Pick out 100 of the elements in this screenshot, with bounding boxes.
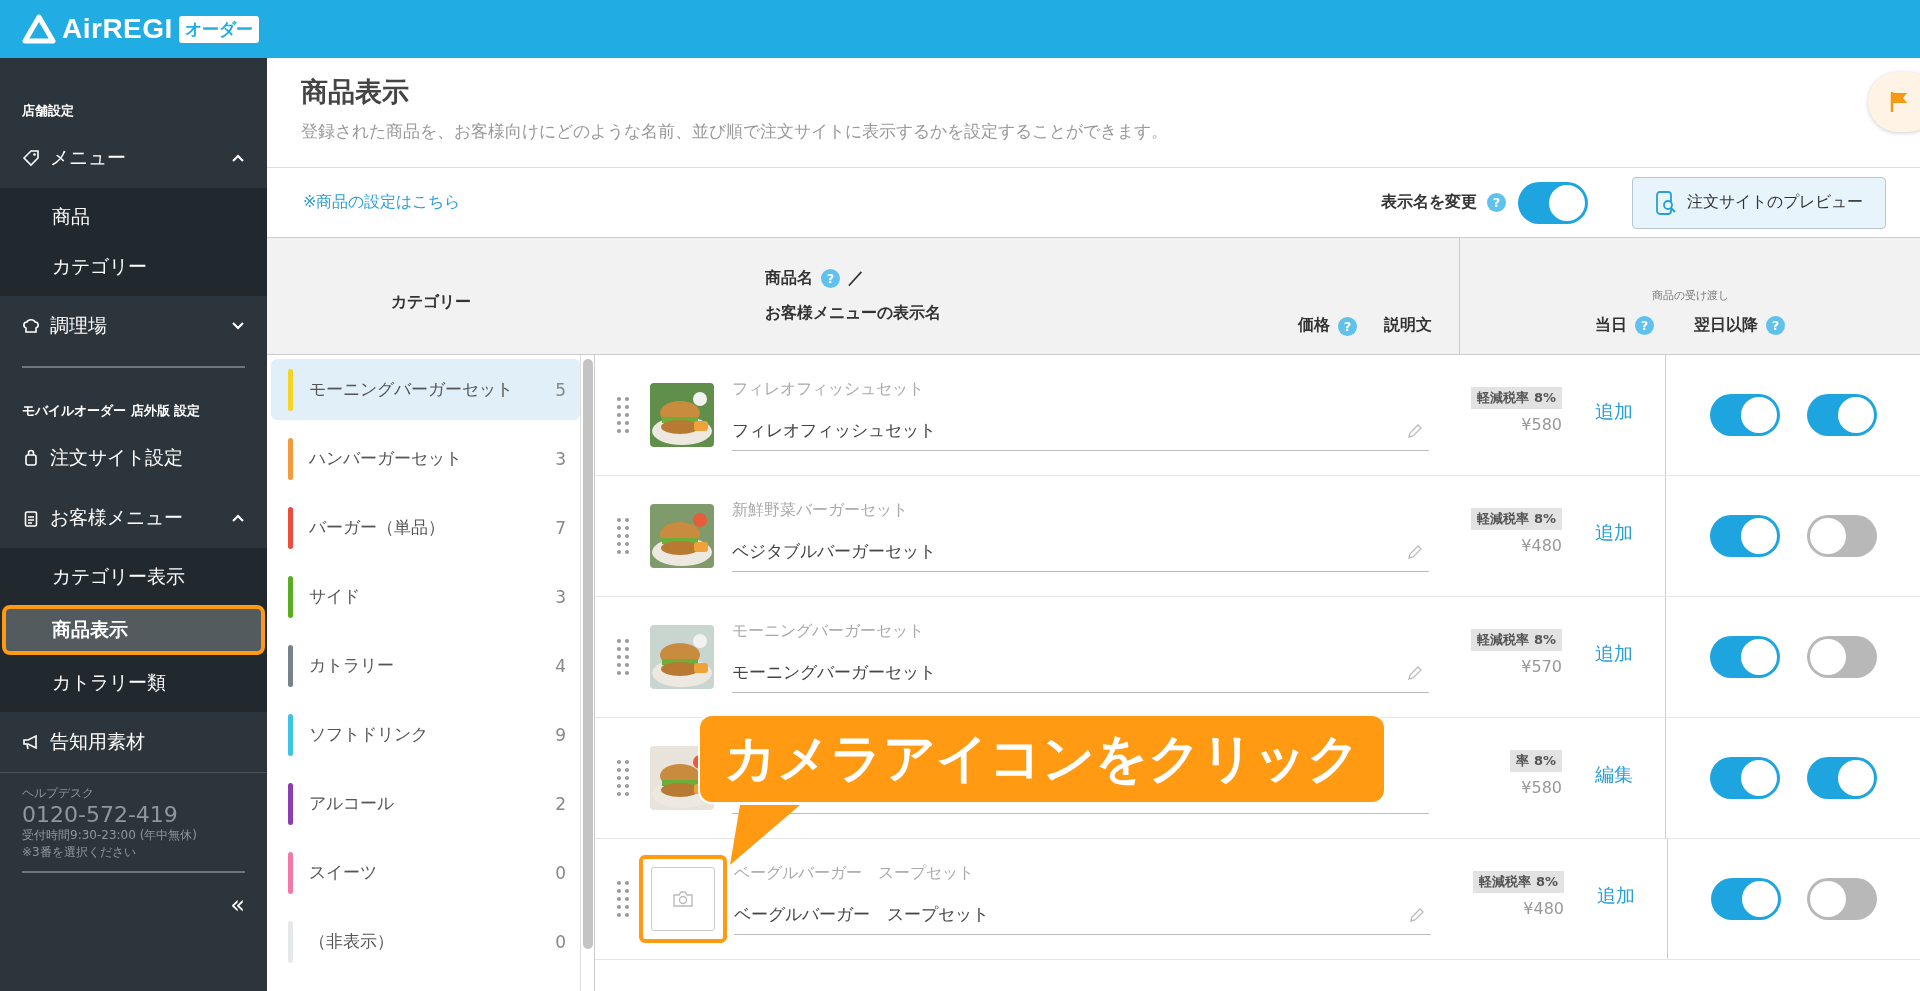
category-count: 4 [555, 655, 566, 676]
submenu-item[interactable]: カトラリー類 [0, 658, 267, 708]
display-name-field[interactable]: ベーグルバーガー スープセット [734, 895, 1431, 935]
pencil-icon[interactable] [1407, 543, 1423, 560]
bag-icon [22, 449, 40, 467]
group-header: 商品の受け渡し [1651, 288, 1729, 303]
product-badge: オーダー [178, 15, 259, 43]
display-name-field[interactable]: ベジタブルバーガーセット [732, 532, 1429, 572]
camera-icon [672, 890, 694, 908]
category-item[interactable]: サイド 3 [271, 566, 580, 627]
column-header: 当日 [1595, 315, 1627, 336]
flag-button[interactable] [1868, 72, 1920, 132]
megaphone-icon [22, 733, 40, 751]
menu-item[interactable]: 告知用素材 [0, 712, 267, 772]
flag-icon [1890, 91, 1908, 113]
page-description: 登録された商品を、お客様向けにどのような名前、並び順で注文サイトに表示するかを設定することができます。 [301, 120, 1169, 143]
original-name: モーニングバーガーセット [732, 621, 924, 640]
next-day-toggle[interactable] [1806, 394, 1877, 436]
column-header: 価格 [1298, 315, 1330, 336]
category-item[interactable]: バーガー（単品） 7 [271, 497, 580, 558]
rename-label: 表示名を変更 [1381, 192, 1477, 213]
same-day-toggle[interactable] [1711, 878, 1781, 920]
display-name-field[interactable]: モーニングバーガーセット [732, 653, 1429, 693]
category-item[interactable]: カトラリー 4 [271, 635, 580, 696]
scrollbar[interactable] [583, 359, 593, 949]
chef-hat-icon [22, 317, 40, 335]
tax-badge: 軽減税率 8% [1471, 386, 1562, 409]
original-name: 新鮮野菜バーガーセット [732, 500, 908, 519]
column-header: 商品名 [765, 268, 813, 289]
logo: AirREGI [62, 13, 173, 45]
chevron-up-icon[interactable] [231, 153, 245, 163]
tax-badge: 軽減税率 8% [1471, 507, 1562, 530]
collapse-button[interactable]: « [208, 883, 267, 927]
price: ¥480 [1523, 898, 1564, 918]
category-count: 0 [555, 931, 566, 952]
category-count: 2 [555, 793, 566, 814]
tax-badge: 軽減税率 8% [1473, 870, 1564, 893]
category-item[interactable]: （非表示） 0 [271, 911, 580, 972]
chevron-up-icon[interactable] [231, 513, 245, 523]
category-count: 3 [555, 586, 566, 607]
header-separator: ／ [848, 268, 864, 289]
same-day-toggle[interactable] [1709, 757, 1780, 799]
next-day-toggle[interactable] [1806, 757, 1877, 799]
pencil-icon[interactable] [1407, 664, 1423, 681]
drag-handle-icon[interactable] [615, 758, 630, 798]
price: ¥570 [1521, 656, 1562, 676]
same-day-toggle[interactable] [1709, 636, 1780, 678]
page-title: 商品表示 [301, 75, 410, 109]
tag-icon [22, 149, 40, 167]
pencil-icon[interactable] [1409, 906, 1425, 923]
help-title: ヘルプデスク [22, 785, 95, 802]
menu-item[interactable]: メニュー [0, 128, 267, 188]
note-text: ※3番を選択ください [22, 844, 137, 861]
category-item[interactable]: スイーツ 0 [271, 842, 580, 903]
tax-badge: 率 8% [1510, 749, 1562, 772]
drag-handle-icon[interactable] [615, 879, 630, 919]
submenu-item[interactable]: カテゴリー [0, 242, 267, 292]
next-day-toggle[interactable] [1807, 878, 1877, 920]
chevron-down-icon[interactable] [231, 321, 245, 331]
hours-text: 受付時間9:30-23:00 (年中無休) [22, 827, 199, 844]
next-day-toggle[interactable] [1806, 515, 1877, 557]
drag-handle-icon[interactable] [615, 516, 630, 556]
column-header: お客様メニューの表示名 [765, 303, 942, 324]
category-item[interactable]: ハンバーガーセット 3 [271, 428, 580, 489]
display-name-field[interactable]: フィレオフィッシュセット [732, 411, 1429, 451]
pencil-icon[interactable] [1407, 422, 1423, 439]
original-name: ベーグルバーガー スープセット [734, 863, 974, 882]
same-day-toggle[interactable] [1709, 394, 1780, 436]
column-header: 翌日以降 [1694, 315, 1758, 336]
price: ¥480 [1521, 535, 1562, 555]
next-day-toggle[interactable] [1806, 636, 1877, 678]
logo-icon [22, 14, 56, 44]
price: ¥580 [1521, 414, 1562, 434]
category-item[interactable]: モーニングバーガーセット 5 [271, 359, 580, 420]
category-item[interactable]: ソフトドリンク 9 [271, 704, 580, 765]
drag-handle-icon[interactable] [615, 637, 630, 677]
callout-tail [730, 805, 800, 865]
section-heading: 店舗設定 [21, 102, 75, 120]
preview-button[interactable]: 注文サイトのプレビュー [1632, 176, 1886, 229]
category-count: 9 [555, 724, 566, 745]
category-count: 7 [555, 517, 566, 538]
phone-search-icon [1655, 189, 1677, 216]
column-header: 説明文 [1384, 315, 1432, 336]
menu-item[interactable]: お客様メニュー [0, 488, 267, 548]
rename-toggle[interactable] [1518, 181, 1588, 224]
submenu-item[interactable]: カテゴリー表示 [0, 552, 267, 602]
phone-number: 0120-572-419 [22, 802, 179, 827]
submenu-item[interactable]: 商品表示 [2, 605, 265, 655]
submenu-item[interactable]: 商品 [0, 192, 267, 242]
category-count: 5 [555, 379, 566, 400]
same-day-toggle[interactable] [1709, 515, 1780, 557]
photo-upload-button[interactable] [639, 855, 727, 943]
menu-item[interactable]: 注文サイト設定 [0, 428, 267, 488]
column-header: カテゴリー [391, 291, 471, 313]
drag-handle-icon[interactable] [615, 395, 630, 435]
price: ¥580 [1521, 777, 1562, 797]
category-count: 0 [555, 862, 566, 883]
section-heading: モバイルオーダー 店外版 設定 [21, 402, 202, 420]
menu-item[interactable]: 調理場 [0, 296, 267, 356]
category-item[interactable]: アルコール 2 [271, 773, 580, 834]
